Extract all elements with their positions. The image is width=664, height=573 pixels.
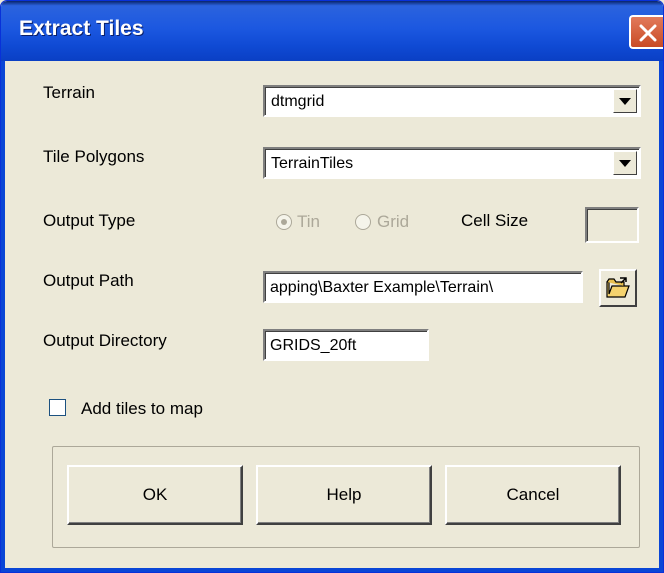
tile-polygons-value: TerrainTiles xyxy=(271,155,354,172)
radio-selected-dot xyxy=(281,219,287,225)
chevron-down-icon xyxy=(619,160,631,167)
tin-radio[interactable] xyxy=(276,214,292,230)
output-path-label: Output Path xyxy=(43,271,134,290)
cell-size-label: Cell Size xyxy=(461,211,529,230)
grid-radio[interactable] xyxy=(355,214,371,230)
output-directory-label: Output Directory xyxy=(43,331,167,350)
output-directory-value: GRIDS_20ft xyxy=(270,337,357,354)
window-frame-right xyxy=(659,61,663,572)
tile-polygons-dropdown-button[interactable] xyxy=(613,151,637,175)
add-tiles-label: Add tiles to map xyxy=(81,399,203,418)
terrain-dropdown[interactable]: dtmgrid xyxy=(263,85,641,117)
title-bar[interactable]: Extract Tiles xyxy=(1,1,663,61)
window-frame-bottom xyxy=(1,568,663,572)
output-path-value: apping\Baxter Example\Terrain\ xyxy=(270,279,494,296)
terrain-value: dtmgrid xyxy=(271,93,325,110)
cell-size-field[interactable] xyxy=(585,207,639,243)
cancel-button[interactable]: Cancel xyxy=(445,465,621,525)
chevron-down-icon xyxy=(619,98,631,105)
output-type-label: Output Type xyxy=(43,211,136,230)
terrain-label: Terrain xyxy=(43,83,95,102)
extract-tiles-dialog: Extract Tiles Terrain dtmgrid Tile Polyg… xyxy=(0,0,664,573)
grid-radio-label: Grid xyxy=(377,212,410,231)
terrain-dropdown-button[interactable] xyxy=(613,89,637,113)
folder-open-icon xyxy=(606,277,630,298)
close-icon xyxy=(639,24,657,42)
tile-polygons-dropdown[interactable]: TerrainTiles xyxy=(263,147,641,179)
browse-folder-button[interactable] xyxy=(599,269,637,307)
tin-radio-label: Tin xyxy=(297,212,320,231)
window-title: Extract Tiles xyxy=(19,17,144,40)
output-directory-field[interactable]: GRIDS_20ft xyxy=(263,329,429,361)
window-frame-left xyxy=(1,61,5,572)
tile-polygons-label: Tile Polygons xyxy=(43,147,145,166)
add-tiles-checkbox[interactable] xyxy=(49,399,66,416)
ok-button[interactable]: OK xyxy=(67,465,243,525)
help-button[interactable]: Help xyxy=(256,465,432,525)
output-path-field[interactable]: apping\Baxter Example\Terrain\ xyxy=(263,271,583,303)
close-button[interactable] xyxy=(629,15,663,49)
